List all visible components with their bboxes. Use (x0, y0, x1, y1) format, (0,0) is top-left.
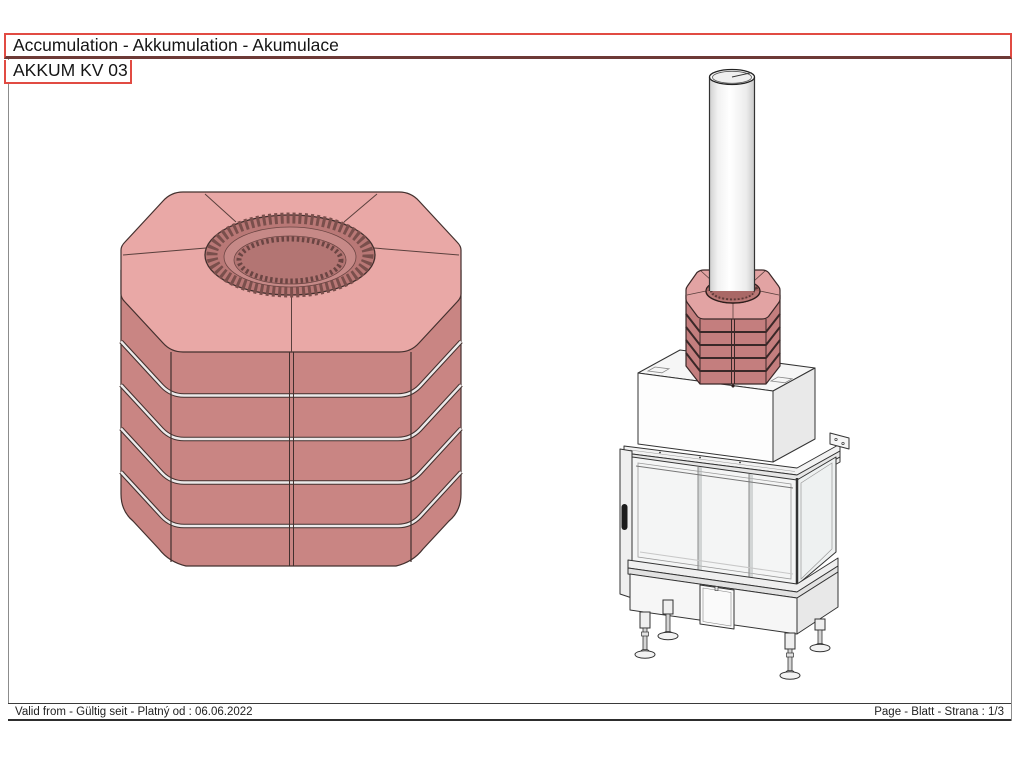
ash-panel (699, 584, 735, 630)
valid-from-label: Valid from - Gültig seit - Platný od : 0… (15, 705, 253, 718)
footer-bar: Valid from - Gültig seit - Platný od : 0… (8, 703, 1011, 721)
fireplace-assembly-figure (619, 68, 850, 680)
document-page: Accumulation - Akkumulation - Akumulace … (0, 0, 1024, 768)
chimney-pipe (705, 68, 761, 304)
door-handle (621, 504, 628, 530)
accumulation-block-figure (119, 191, 463, 567)
fireplace-insert (619, 432, 850, 680)
ribbed-core-hole (204, 212, 376, 298)
page-number-label: Page - Blatt - Strana : 1/3 (874, 705, 1004, 718)
frame-bracket (829, 432, 850, 450)
technical-drawing-canvas (119, 68, 850, 680)
